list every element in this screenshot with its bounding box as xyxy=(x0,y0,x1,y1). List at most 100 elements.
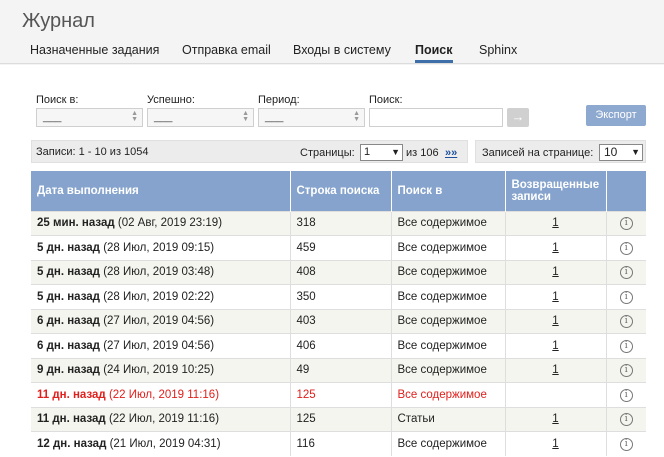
returned-count-link[interactable]: 1 xyxy=(512,413,600,425)
returned-count-link[interactable]: 1 xyxy=(512,438,600,450)
returned-count-link[interactable]: 1 xyxy=(512,291,600,303)
info-cell: i xyxy=(606,431,646,456)
query-cell: 408 xyxy=(290,259,392,285)
relative-time: 5 дн. назад xyxy=(37,241,100,254)
query-cell: 125 xyxy=(290,382,392,407)
returned-cell: 1 xyxy=(505,357,607,383)
absolute-time: (28 Июл, 2019 09:15) xyxy=(103,241,215,254)
tab-scheduled-tasks[interactable]: Назначенные задания xyxy=(30,43,159,57)
info-cell: i xyxy=(606,382,646,407)
column-header-date[interactable]: Дата выполнения xyxy=(31,171,291,211)
search-in-value: ___ xyxy=(43,111,62,123)
info-icon[interactable]: i xyxy=(619,413,633,427)
relative-time: 25 мин. назад xyxy=(37,217,115,230)
last-page-link[interactable]: »» xyxy=(445,147,457,159)
search-input[interactable] xyxy=(369,108,503,127)
info-icon[interactable]: i xyxy=(619,438,633,451)
period-select[interactable]: ___ ▲ ▼ xyxy=(258,108,365,127)
returned-cell xyxy=(505,382,607,407)
returned-count-link[interactable]: 1 xyxy=(512,217,600,229)
returned-cell: 1 xyxy=(505,333,607,358)
search-go-button[interactable]: → xyxy=(507,108,529,127)
relative-time: 11 дн. назад xyxy=(37,388,106,401)
search-in-select[interactable]: ___ ▲ ▼ xyxy=(36,108,143,127)
page-select-value: 1 xyxy=(364,146,371,158)
table-body: 25 мин. назад (02 Авг, 2019 23:19) 318 Все… xyxy=(31,210,646,456)
page-select[interactable]: 1 ▼ xyxy=(360,144,403,161)
search-in-cell: Все содержимое xyxy=(391,333,506,358)
search-in-cell: Все содержимое xyxy=(391,259,506,285)
returned-count-link[interactable]: 1 xyxy=(512,266,600,278)
page-title: Журнал xyxy=(22,10,95,32)
info-icon[interactable]: i xyxy=(619,315,633,329)
info-icon[interactable]: i xyxy=(619,241,633,255)
info-icon[interactable]: i xyxy=(619,217,633,231)
table-header-row: Дата выполнения Строка поиска Поиск в Во… xyxy=(31,171,646,211)
search-in-cell: Все содержимое xyxy=(391,308,506,334)
date-cell: 25 мин. назад (02 Авг, 2019 23:19) xyxy=(31,210,291,236)
table-row: 6 дн. назад (27 Июл, 2019 04:56) 403 Все с… xyxy=(31,308,646,334)
info-cell: i xyxy=(606,284,646,309)
search-in-cell: Все содержимое xyxy=(391,357,506,383)
main-content: Поиск в: ___ ▲ ▼ Успешно: ___ ▲ ▼ Период: … xyxy=(0,65,664,457)
relative-time: 12 дн. назад xyxy=(37,438,107,450)
per-page-value: 10 xyxy=(604,145,618,159)
per-page-select[interactable]: 10 ▼ xyxy=(599,144,643,161)
query-cell: 125 xyxy=(290,406,392,432)
date-cell: 11 дн. назад (22 Июл, 2019 11:16) xyxy=(31,382,291,407)
header: Журнал Назначенные задания Отправка emai… xyxy=(0,0,664,64)
returned-cell: 1 xyxy=(505,210,607,236)
date-cell: 11 дн. назад (22 Июл, 2019 11:16) xyxy=(31,406,291,432)
info-cell: i xyxy=(606,259,646,285)
returned-count-link[interactable]: 1 xyxy=(512,315,600,327)
date-cell: 12 дн. назад (21 Июл, 2019 04:31) xyxy=(31,431,291,456)
tab-email[interactable]: Отправка email xyxy=(182,43,271,57)
period-value: ___ xyxy=(265,111,284,123)
column-header-query[interactable]: Строка поиска xyxy=(290,171,392,211)
returned-count-link[interactable]: 1 xyxy=(512,340,600,352)
column-header-search-in[interactable]: Поиск в xyxy=(391,171,506,211)
info-icon[interactable]: i xyxy=(619,290,633,304)
success-select[interactable]: ___ ▲ ▼ xyxy=(147,108,254,127)
returned-count-link[interactable]: 1 xyxy=(512,364,600,376)
returned-count-link[interactable]: 1 xyxy=(512,242,600,254)
absolute-time: (21 Июл, 2019 04:31) xyxy=(109,438,221,450)
table-row: 5 дн. назад (28 Июл, 2019 02:22) 350 Все с… xyxy=(31,284,646,309)
query-cell: 49 xyxy=(290,357,392,383)
query-cell: 350 xyxy=(290,284,392,309)
search-in-cell: Все содержимое xyxy=(391,431,506,456)
select-arrows-icon: ▲ ▼ xyxy=(131,110,138,123)
chevron-down-icon: ▼ xyxy=(391,147,400,157)
table-row: 5 дн. назад (28 Июл, 2019 09:15) 459 Все с… xyxy=(31,235,646,260)
returned-cell: 1 xyxy=(505,284,607,309)
date-cell: 5 дн. назад (28 Июл, 2019 03:48) xyxy=(31,259,291,285)
returned-cell: 1 xyxy=(505,431,607,456)
arrow-right-icon: → xyxy=(511,109,525,124)
absolute-time: (24 Июл, 2019 10:25) xyxy=(103,364,215,377)
per-page-bar: Записей на странице: 10 ▼ xyxy=(475,140,646,163)
period-label: Период: xyxy=(258,94,300,106)
absolute-time: (22 Июл, 2019 11:16) xyxy=(108,413,220,426)
success-value: ___ xyxy=(154,111,173,123)
table-row: 9 дн. назад (24 Июл, 2019 10:25) 49 Все со… xyxy=(31,357,646,383)
table-row: 11 дн. назад (22 Июл, 2019 11:16) 125 Все … xyxy=(31,382,646,407)
column-header-returned[interactable]: Возвращенные записи xyxy=(505,171,607,211)
export-button[interactable]: Экспорт xyxy=(586,105,646,126)
info-cell: i xyxy=(606,210,646,236)
query-cell: 403 xyxy=(290,308,392,334)
date-cell: 5 дн. назад (28 Июл, 2019 02:22) xyxy=(31,284,291,309)
relative-time: 6 дн. назад xyxy=(37,339,100,352)
info-icon[interactable]: i xyxy=(619,339,633,353)
tab-logins[interactable]: Входы в систему xyxy=(293,43,391,57)
query-cell: 318 xyxy=(290,210,392,236)
table-row: 25 мин. назад (02 Авг, 2019 23:19) 318 Все… xyxy=(31,210,646,236)
tab-sphinx[interactable]: Sphinx xyxy=(479,43,517,57)
tab-search[interactable]: Поиск xyxy=(415,43,453,63)
pager-bar: Записи: 1 - 10 из 1054 Страницы: 1 ▼ из … xyxy=(31,140,468,163)
table-row: 12 дн. назад (21 Июл, 2019 04:31) 116 Все … xyxy=(31,431,646,456)
relative-time: 9 дн. назад xyxy=(37,364,100,377)
info-icon[interactable]: i xyxy=(619,364,633,378)
info-icon[interactable]: i xyxy=(619,266,633,280)
info-icon[interactable]: i xyxy=(619,388,633,402)
relative-time: 5 дн. назад xyxy=(37,266,100,279)
